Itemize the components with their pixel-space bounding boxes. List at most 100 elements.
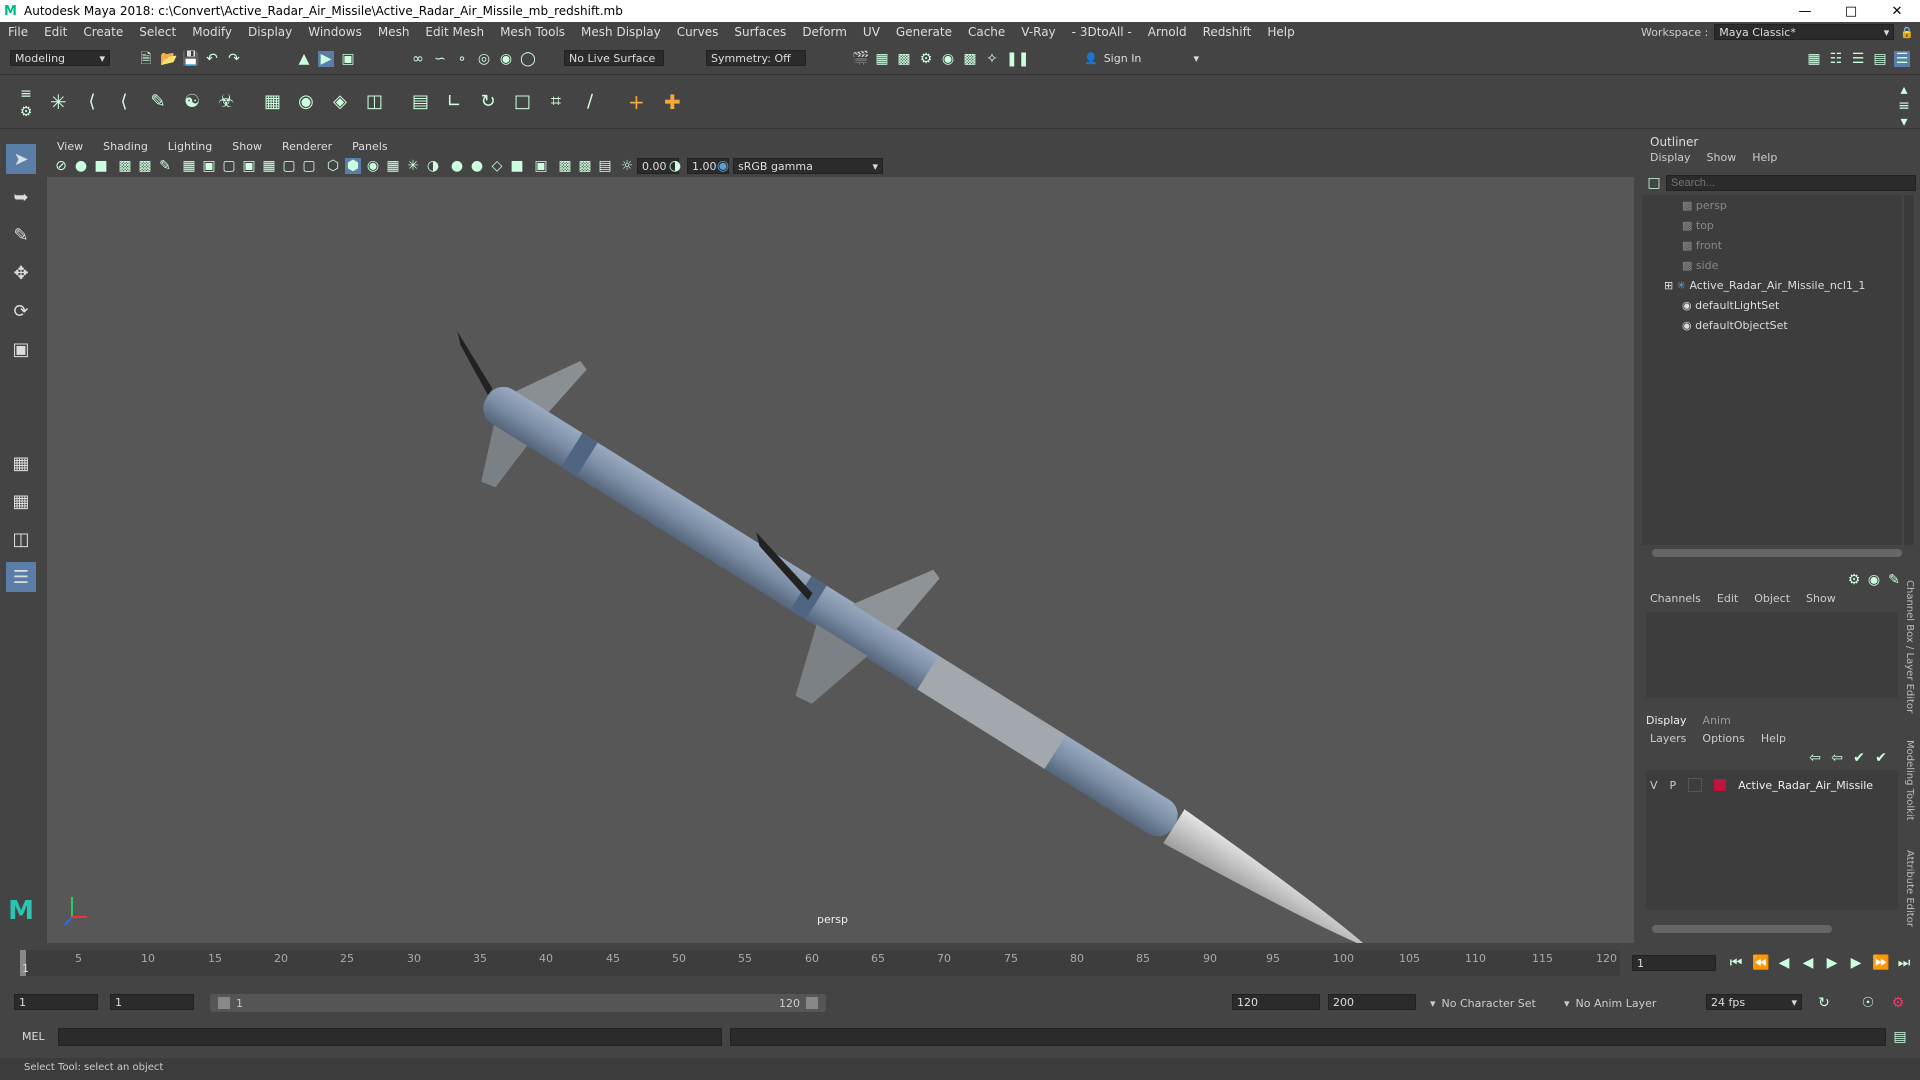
menu-set-dropdown[interactable]: Modeling ▾	[10, 50, 110, 66]
safe-title-icon[interactable]: ▢	[301, 158, 317, 174]
light-editor-icon[interactable]: ✧	[984, 51, 1000, 67]
shelf-menu-icon[interactable]: ≡	[18, 86, 34, 102]
xray-icon[interactable]: ▩	[557, 158, 573, 174]
menu-redshift[interactable]: Redshift	[1195, 25, 1260, 39]
single-perspective-icon[interactable]: ▦	[6, 448, 36, 478]
vp-menu-shading[interactable]: Shading	[93, 140, 158, 153]
menu-curves[interactable]: Curves	[669, 25, 727, 39]
menu-mesh-tools[interactable]: Mesh Tools	[492, 25, 573, 39]
channel-box-toggle-icon[interactable]: ▤	[1872, 51, 1888, 67]
camera-lock-icon[interactable]: ●	[73, 158, 89, 174]
layer-editor-icon[interactable]: ☰	[1894, 51, 1910, 67]
snap-point-icon[interactable]: ∘	[454, 51, 470, 67]
range-handle-end[interactable]	[806, 997, 818, 1009]
layer-hscrollbar[interactable]	[1652, 925, 1832, 933]
snap-live-icon[interactable]: ◯	[520, 51, 536, 67]
render-setup-icon[interactable]: ▩	[962, 51, 978, 67]
layer-row[interactable]: V P Active_Radar_Air_Missile	[1650, 776, 1894, 794]
snap-grid-icon[interactable]: ∞	[410, 51, 426, 67]
vp-menu-renderer[interactable]: Renderer	[272, 140, 342, 153]
move-layer-up-icon[interactable]: ⇦	[1807, 750, 1823, 766]
point-constraint-icon[interactable]: ▤	[412, 93, 429, 111]
rotate-tool-icon[interactable]: ⟳	[6, 296, 36, 326]
render-frame-icon[interactable]: ▦	[874, 51, 890, 67]
animation-start-field[interactable]: 1	[14, 994, 98, 1010]
menu-arnold[interactable]: Arnold	[1140, 25, 1195, 39]
timeline-track[interactable]: 1 5 10 15 20 25 30 35 40 45 50 55 60 65 …	[20, 950, 1620, 976]
image-plane-icon[interactable]: ▩	[117, 158, 133, 174]
anim-layer-dropdown[interactable]: ▾ No Anim Layer	[1564, 994, 1684, 1012]
gamma-icon[interactable]: ◑	[667, 158, 683, 174]
lasso-tool-icon[interactable]: ➥	[6, 182, 36, 212]
select-object-icon[interactable]: ▶	[318, 51, 334, 67]
modeling-toolkit-icon[interactable]: ▦	[1806, 51, 1822, 67]
outliner-menu-show[interactable]: Show	[1699, 151, 1745, 167]
outliner-menu-help[interactable]: Help	[1744, 151, 1785, 167]
isolate-select-icon[interactable]: ▣	[533, 158, 549, 174]
filter-icon[interactable]: □	[1646, 175, 1662, 191]
animation-prefs-icon[interactable]: ⚙	[1890, 995, 1906, 1011]
close-icon[interactable]: ✕	[1874, 4, 1920, 19]
loop-icon[interactable]: ↻	[1816, 995, 1832, 1011]
pole-vector-icon[interactable]: ∕	[582, 93, 598, 111]
menu-edit-mesh[interactable]: Edit Mesh	[417, 25, 492, 39]
play-forwards-icon[interactable]: ▶	[1824, 955, 1840, 971]
channel-show-menu[interactable]: Show	[1798, 592, 1844, 608]
add-attribute-icon[interactable]: +	[628, 92, 645, 112]
select-tool-icon[interactable]: ➤	[6, 144, 36, 174]
edit-attribute-icon[interactable]: ✚	[664, 92, 681, 112]
menu-surfaces[interactable]: Surfaces	[726, 25, 794, 39]
color-management-icon[interactable]: ◉	[715, 158, 731, 174]
render-settings-icon[interactable]: ⚙	[918, 51, 934, 67]
orient-constraint-icon[interactable]: ↻	[480, 93, 496, 111]
step-back-key-icon[interactable]: ⏪	[1752, 955, 1769, 971]
viewport-3d[interactable]: persp	[47, 177, 1634, 943]
cluster-icon[interactable]: ◈	[332, 93, 348, 111]
outliner-item-missile[interactable]: ⊞ ✳ Active_Radar_Air_Missile_ncl1_1	[1664, 279, 1865, 292]
ipr-render-icon[interactable]: ▩	[896, 51, 912, 67]
playback-start-field[interactable]: 1	[110, 994, 194, 1010]
joint-tool-icon[interactable]: ✳	[50, 92, 67, 112]
outliner-item-default-object-set[interactable]: ◉ defaultObjectSet	[1682, 319, 1788, 332]
screen-space-ao-icon[interactable]: ●	[449, 158, 465, 174]
layer-color-swatch[interactable]	[1714, 779, 1727, 791]
resolution-gate-icon[interactable]: ▢	[221, 158, 237, 174]
script-language-label[interactable]: MEL	[22, 1030, 45, 1043]
time-slider[interactable]: 1 5 10 15 20 25 30 35 40 45 50 55 60 65 …	[0, 946, 1920, 980]
tab-anim[interactable]: Anim	[1703, 714, 1731, 727]
new-layer-selected-icon[interactable]: ✔	[1873, 750, 1889, 766]
lattice-icon[interactable]: ◫	[366, 93, 383, 111]
snap-view-icon[interactable]: ◎	[476, 51, 492, 67]
lock-icon[interactable]: 🔒	[1900, 26, 1914, 39]
menu-mesh[interactable]: Mesh	[370, 25, 418, 39]
move-tool-icon[interactable]: ✥	[6, 258, 36, 288]
depth-of-field-icon[interactable]: ■	[509, 158, 525, 174]
menu-display[interactable]: Display	[240, 25, 300, 39]
antialiasing-icon[interactable]: ◇	[489, 158, 505, 174]
channel-edit-menu[interactable]: Edit	[1709, 592, 1746, 608]
layer-help-menu[interactable]: Help	[1753, 732, 1794, 745]
step-forward-frame-icon[interactable]: ▶	[1848, 955, 1864, 971]
tab-modeling-toolkit[interactable]: Modeling Toolkit	[1904, 740, 1915, 821]
two-view-icon[interactable]: ◫	[6, 524, 36, 554]
field-chart-icon[interactable]: ▦	[261, 158, 277, 174]
camera-attr-icon[interactable]: ⊘	[53, 158, 69, 174]
layers-menu[interactable]: Layers	[1642, 732, 1694, 745]
tab-attribute-editor[interactable]: Attribute Editor	[1904, 850, 1915, 927]
menu-uv[interactable]: UV	[855, 25, 888, 39]
menu-windows[interactable]: Windows	[300, 25, 370, 39]
grid-icon[interactable]: ▦	[181, 158, 197, 174]
motion-blur-icon[interactable]: ●	[469, 158, 485, 174]
redo-icon[interactable]: ↷	[226, 51, 242, 67]
channel-object-menu[interactable]: Object	[1746, 592, 1798, 608]
range-slider[interactable]: 1 120	[210, 994, 826, 1012]
2d-pan-icon[interactable]: ▩	[137, 158, 153, 174]
undo-icon[interactable]: ↶	[204, 51, 220, 67]
aim-constraint-icon[interactable]: ∟	[446, 93, 462, 111]
symmetry-dropdown[interactable]: Symmetry: Off	[706, 50, 806, 66]
select-hierarchy-icon[interactable]: ▲	[296, 51, 312, 67]
vp-menu-lighting[interactable]: Lighting	[158, 140, 222, 153]
animation-end-field[interactable]: 200	[1328, 994, 1416, 1010]
scroll-down-icon[interactable]: ▾	[1896, 114, 1912, 130]
menu-cache[interactable]: Cache	[960, 25, 1013, 39]
